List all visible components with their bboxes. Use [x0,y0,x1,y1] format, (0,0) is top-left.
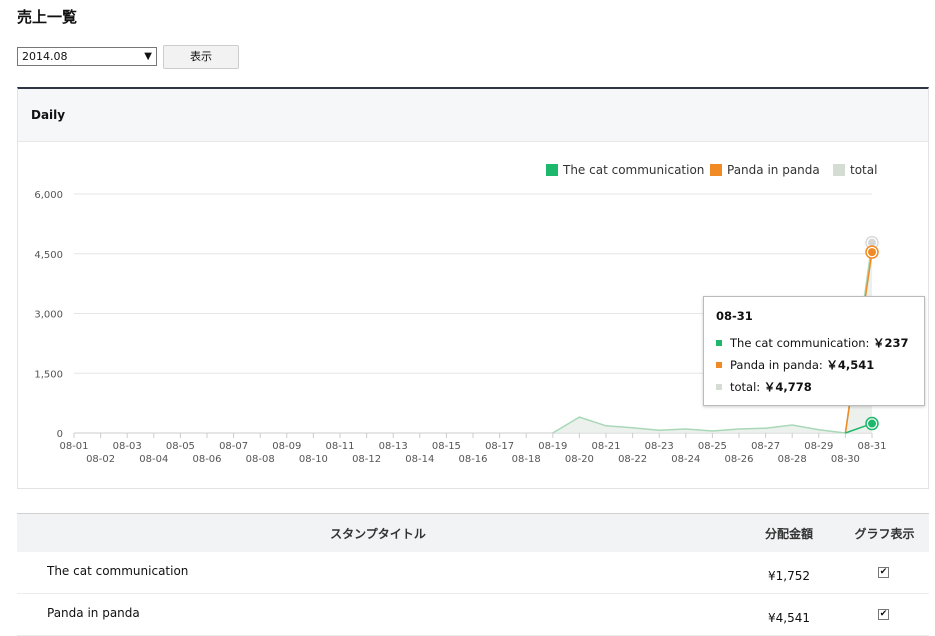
y-tick-label: 4,500 [34,250,63,261]
x-tick-label: 08-09 [272,441,301,452]
amount-value: ¥4,541 [768,611,810,625]
x-tick-label: 08-29 [804,441,833,452]
x-tick-label: 08-24 [671,454,700,465]
y-tick-label: 0 [57,429,63,440]
daily-line-chart: 0 1,500 3,000 4,500 6,000 08-01 08-02 08-03 08-0… [34,163,886,465]
legend-label: The cat communication [562,163,704,177]
table-row: Panda in panda ¥4,541 ✔ [17,593,929,636]
tooltip-label: total: [730,380,761,394]
x-tick-label: 08-06 [192,454,221,465]
x-tick-label: 08-13 [379,441,408,452]
column-header-amount: 分配金額 [764,527,813,541]
x-tick-label: 08-31 [857,441,886,452]
tooltip-row: total: ￥4,778 [716,379,812,395]
column-header-graph: グラフ表示 [854,527,915,541]
x-tick-label: 08-19 [538,441,567,452]
legend-label: total [850,163,877,177]
x-tick-label: 08-14 [405,454,434,465]
x-tick-label: 08-03 [113,441,142,452]
x-tick-label: 08-10 [299,454,328,465]
stamp-title: Panda in panda [47,606,140,620]
legend-swatch-icon [716,362,722,368]
x-tick-label: 08-20 [565,454,594,465]
legend-label: Panda in panda [727,163,820,177]
column-header-title: スタンプタイトル [330,527,426,541]
x-tick-label: 08-16 [458,454,487,465]
tooltip-value: ￥4,778 [763,380,812,394]
x-tick-label: 08-23 [645,441,674,452]
y-tick-label: 1,500 [34,369,63,380]
graph-checkbox[interactable]: ✔ [878,609,889,620]
graph-checkbox[interactable]: ✔ [878,567,889,578]
legend-swatch-icon [716,340,722,346]
x-tick-label: 08-11 [325,441,354,452]
tooltip-value: ￥237 [873,336,909,350]
x-tick-label: 08-18 [512,454,541,465]
x-tick-label: 08-22 [618,454,647,465]
tooltip-value: ￥4,541 [826,358,875,372]
legend-swatch [546,164,558,176]
x-tick-label: 08-07 [219,441,248,452]
x-tick-label: 08-27 [751,441,780,452]
x-tick-label: 08-02 [86,454,115,465]
x-tick-label: 08-25 [698,441,727,452]
amount-value: ¥1,752 [768,569,810,583]
x-tick-label: 08-17 [485,441,514,452]
tooltip-row: The cat communication: ￥237 [716,335,909,351]
x-tick-label: 08-08 [246,454,275,465]
tooltip-title: 08-31 [716,309,753,323]
x-tick-label: 08-12 [352,454,381,465]
y-tick-label: 6,000 [34,190,63,201]
chart-tooltip: 08-31 The cat communication: ￥237 Panda … [703,296,925,406]
data-point [868,419,876,428]
x-tick-label: 08-05 [166,441,195,452]
data-point [868,248,876,257]
stamp-title: The cat communication [47,564,189,578]
x-tick-label: 08-26 [724,454,753,465]
tooltip-row: Panda in panda: ￥4,541 [716,357,874,373]
tooltip-label: Panda in panda: [730,358,823,372]
legend-swatch [710,164,722,176]
table-row: The cat communication ¥1,752 ✔ [17,551,929,594]
tooltip-label: The cat communication: [730,336,870,350]
x-tick-label: 08-30 [831,454,860,465]
x-tick-label: 08-01 [59,441,88,452]
x-tick-label: 08-21 [591,441,620,452]
x-tick-label: 08-04 [139,454,168,465]
table-header: スタンプタイトル 分配金額 グラフ表示 [17,513,929,552]
x-tick-label: 08-28 [778,454,807,465]
y-tick-label: 3,000 [34,310,63,321]
legend-swatch [833,164,845,176]
x-tick-label: 08-15 [432,441,461,452]
legend-swatch-icon [716,384,722,390]
